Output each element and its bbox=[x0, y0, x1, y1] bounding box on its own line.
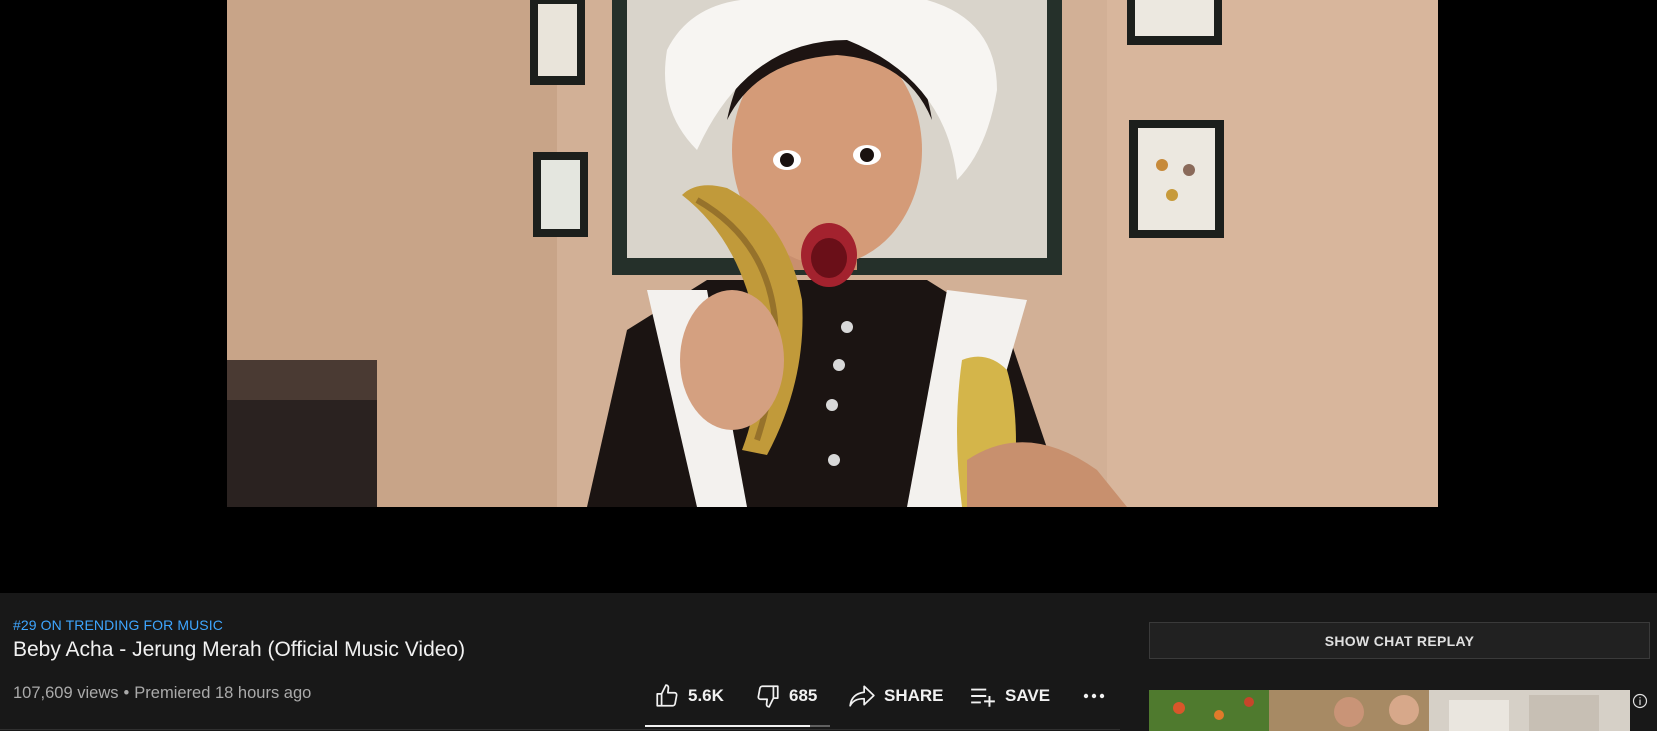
like-button[interactable]: 5.6K bbox=[654, 681, 724, 711]
video-still-image bbox=[227, 0, 1438, 507]
thumbnail-image bbox=[1149, 690, 1630, 731]
like-count: 5.6K bbox=[688, 686, 724, 705]
video-title: Beby Acha - Jerung Merah (Official Music… bbox=[13, 638, 466, 661]
like-dislike-ratio-bar bbox=[645, 725, 830, 727]
video-player[interactable] bbox=[0, 0, 1657, 593]
share-button[interactable]: SHARE bbox=[848, 681, 944, 711]
show-chat-replay-button[interactable]: SHOW CHAT REPLAY bbox=[1149, 622, 1650, 659]
thumbs-down-icon bbox=[755, 683, 781, 709]
playlist-add-icon bbox=[969, 684, 997, 708]
watch-page: #29 ON TRENDING FOR MUSIC Beby Acha - Je… bbox=[0, 0, 1657, 731]
thumbs-up-icon bbox=[654, 683, 680, 709]
meta-separator: • bbox=[123, 684, 130, 702]
like-ratio-fill bbox=[645, 725, 810, 727]
more-actions-button[interactable] bbox=[1082, 681, 1106, 711]
share-arrow-icon bbox=[848, 683, 876, 709]
info-icon[interactable] bbox=[1632, 693, 1648, 709]
premiere-date: Premiered 18 hours ago bbox=[134, 684, 312, 702]
save-button[interactable]: SAVE bbox=[969, 681, 1050, 711]
more-horizontal-icon bbox=[1082, 684, 1106, 708]
divider bbox=[0, 729, 1120, 730]
video-metadata: 107,609 views • Premiered 18 hours ago bbox=[13, 684, 311, 703]
suggested-video-thumbnail[interactable] bbox=[1149, 690, 1630, 731]
share-label: SHARE bbox=[884, 686, 944, 705]
dislike-button[interactable]: 685 bbox=[755, 681, 817, 711]
save-label: SAVE bbox=[1005, 686, 1051, 705]
video-frame[interactable] bbox=[227, 0, 1438, 507]
view-count: 107,609 views bbox=[13, 684, 119, 702]
dislike-count: 685 bbox=[789, 686, 818, 705]
trending-badge-link[interactable]: #29 ON TRENDING FOR MUSIC bbox=[13, 617, 223, 633]
